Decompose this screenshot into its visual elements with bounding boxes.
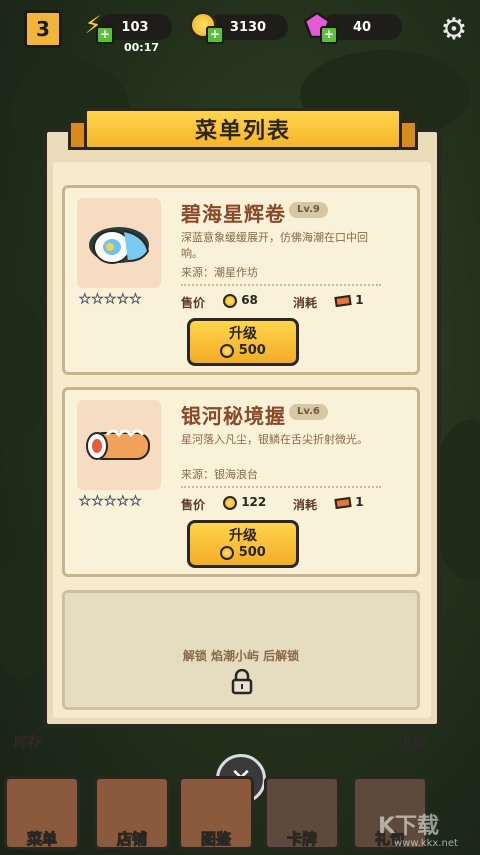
dish-level-badge: Lv.6 — [289, 404, 328, 420]
nav-menu[interactable]: 菜单 — [4, 776, 80, 850]
coin-icon — [220, 343, 235, 358]
add-energy-icon[interactable]: + — [96, 26, 114, 44]
gear-icon[interactable]: ⚙ — [437, 12, 471, 47]
modal-title: 菜单列表 — [84, 108, 402, 150]
nav-collection[interactable]: 图鉴 — [178, 776, 254, 850]
locked-dish-card: 解锁 焰潮小屿 后解锁 — [62, 590, 420, 710]
dish-rating-stars: ★★★★★ — [78, 494, 143, 510]
add-gems-icon[interactable]: + — [320, 26, 338, 44]
dish-price: 122 — [223, 495, 266, 510]
dish-cost: 1 — [334, 293, 364, 307]
watermark-url: www.kkx.net — [394, 838, 458, 849]
dish-name: 银河秘境握 — [181, 404, 286, 428]
ingredient-icon — [334, 496, 352, 509]
dish-description: 深蓝意象缓缓展开，仿佛海潮在口中回响。 — [181, 231, 368, 260]
dish-source: 来源：银海浪台 — [181, 468, 258, 481]
area-label: 山海 — [398, 735, 427, 752]
coin-icon — [223, 293, 237, 308]
dish-level-badge: Lv.9 — [289, 202, 328, 218]
unlock-requirement: 解锁 焰潮小屿 后解锁 — [182, 649, 300, 663]
price-label: 售价 — [181, 498, 206, 512]
price-label: 售价 — [181, 296, 206, 310]
coin-icon — [220, 545, 235, 560]
gem-icon[interactable]: + — [300, 8, 338, 44]
dish-description: 星河落入凡尘，银鳞在舌尖折射微光。 — [181, 433, 368, 446]
dish-card: ★★★★★ 碧海星辉卷 Lv.9 深蓝意象缓缓展开，仿佛海潮在口中回响。 来源：… — [62, 185, 420, 375]
dish-source: 来源：潮星作坊 — [181, 266, 258, 279]
inventory-label: 库存 — [14, 735, 43, 752]
dish-name: 碧海星辉卷 — [181, 202, 286, 226]
player-level-badge[interactable]: 3 — [24, 10, 62, 48]
dish-image — [77, 198, 161, 288]
dish-card: ★★★★★ 银河秘境握 Lv.6 星河落入凡尘，银鳞在舌尖折射微光。 来源：银海… — [62, 387, 420, 577]
upgrade-button[interactable]: 升级 500 — [187, 520, 299, 568]
lock-icon — [231, 669, 253, 695]
energy-timer: 00:17 — [124, 41, 160, 54]
watermark-logo: K下载 — [378, 814, 440, 839]
ingredient-icon — [334, 294, 352, 307]
nav-cards[interactable]: 卡牌 — [264, 776, 340, 850]
cost-label: 消耗 — [293, 498, 318, 512]
lightning-icon[interactable]: ⚡ + — [76, 8, 114, 44]
dish-rating-stars: ★★★★★ — [78, 292, 143, 308]
dish-cost: 1 — [334, 495, 364, 509]
coin-icon[interactable]: + — [186, 8, 224, 44]
modal-title-banner: 菜单列表 — [68, 108, 418, 152]
dish-price: 68 — [223, 293, 258, 308]
dish-image — [77, 400, 161, 490]
add-coins-icon[interactable]: + — [206, 26, 224, 44]
cost-label: 消耗 — [293, 296, 318, 310]
coin-icon — [223, 495, 237, 510]
nav-shop[interactable]: 店铺 — [94, 776, 170, 850]
upgrade-button[interactable]: 升级 500 — [187, 318, 299, 366]
top-hud: 3 103 ⚡ + 00:17 3130 + 40 + ⚙ — [0, 6, 480, 56]
